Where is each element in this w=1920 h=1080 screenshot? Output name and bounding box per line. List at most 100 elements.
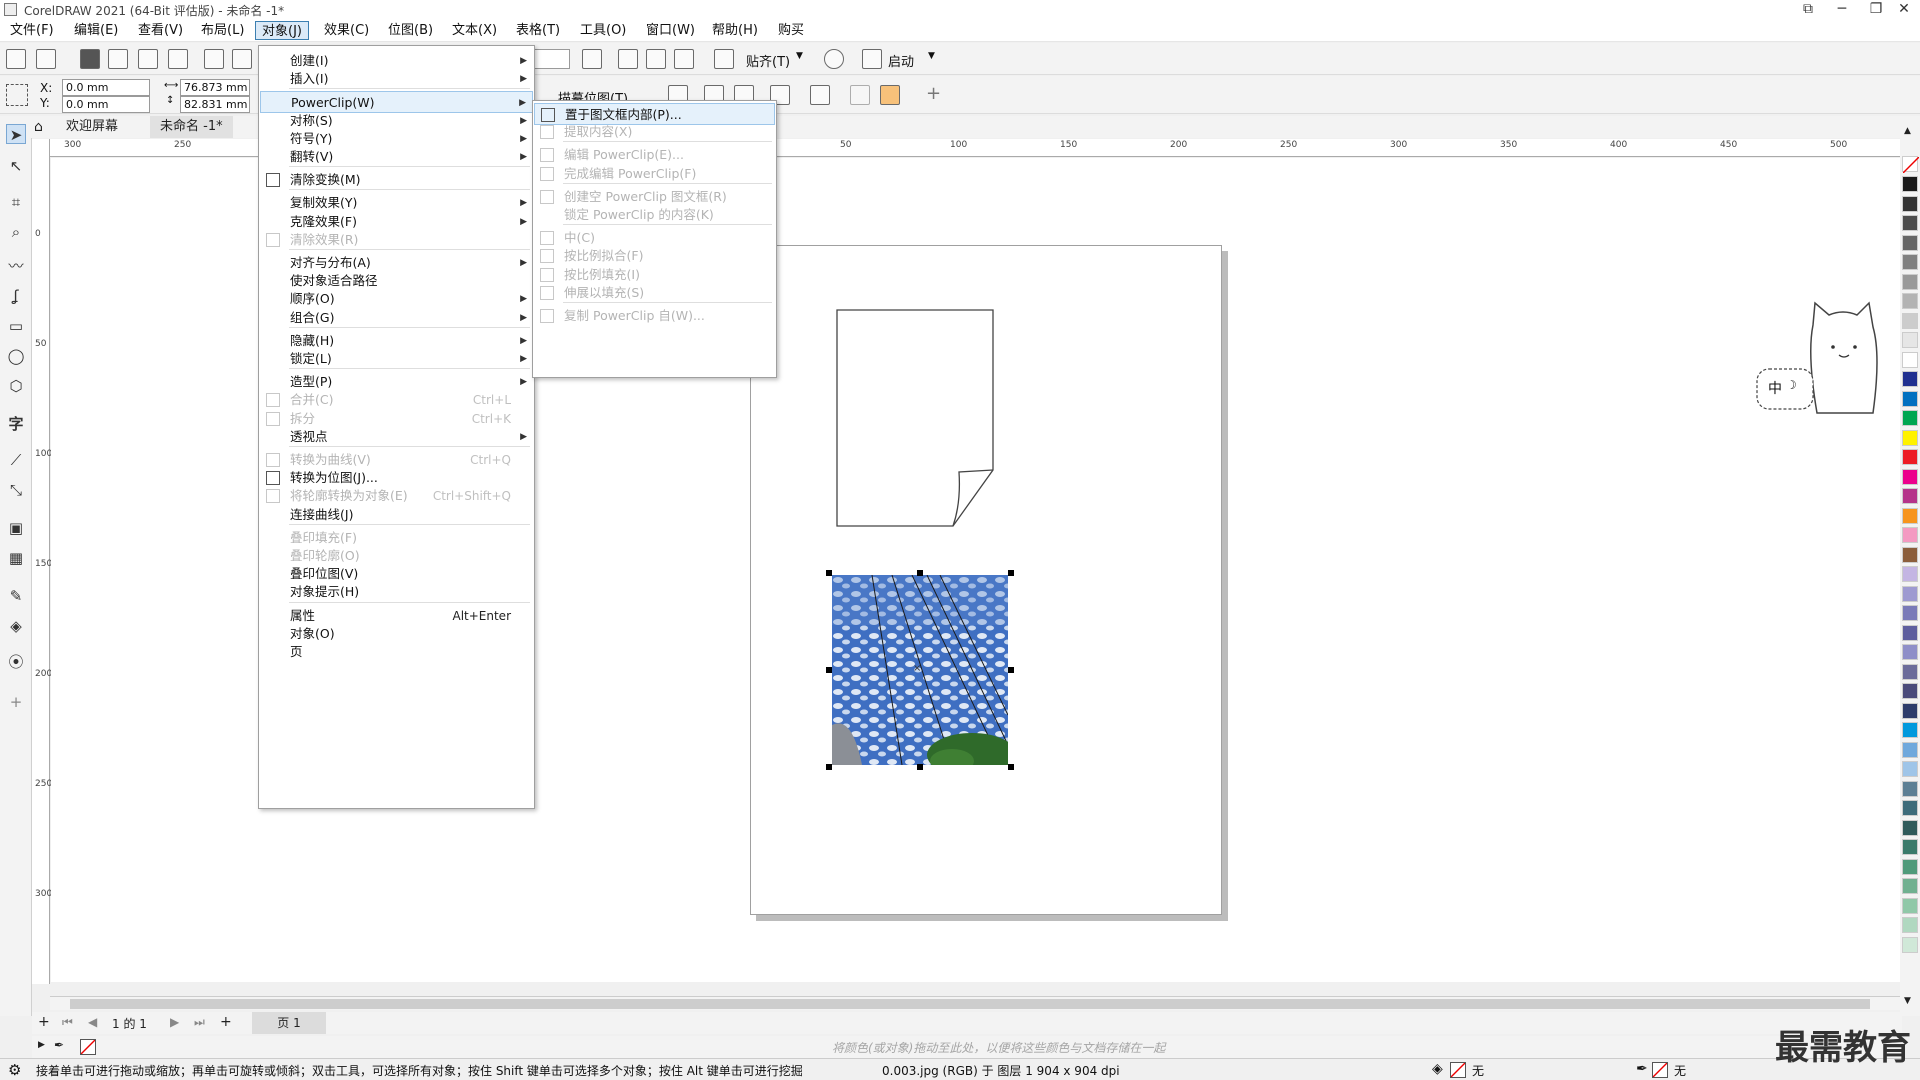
palette-swatch[interactable] (1902, 624, 1918, 641)
selection-handle[interactable] (1008, 764, 1014, 770)
show-rulers-icon[interactable] (618, 49, 638, 69)
palette-swatch[interactable] (1902, 254, 1918, 270)
object-menu-item[interactable]: 对象提示(H) (260, 581, 533, 603)
rectangle-tool-icon[interactable]: ▭ (6, 316, 26, 336)
menu-help[interactable]: 帮助(H) (706, 21, 764, 40)
stack-layers-icon[interactable] (880, 85, 900, 105)
palette-swatch[interactable] (1902, 176, 1918, 192)
selection-handle[interactable] (826, 764, 832, 770)
cloud-upload-icon[interactable] (138, 49, 158, 69)
palette-swatch[interactable] (1902, 566, 1918, 582)
palette-swatch[interactable] (1902, 858, 1918, 875)
reference-point-icon[interactable] (6, 84, 28, 106)
height-field[interactable]: 82.831 mm (180, 96, 250, 113)
object-menu-item[interactable]: 连接曲线(J) (260, 504, 533, 526)
menu-window[interactable]: 窗口(W) (640, 21, 701, 40)
zoom-tool-icon[interactable]: ⌕ (6, 222, 26, 242)
palette-swatch[interactable] (1902, 683, 1918, 699)
ellipse-tool-icon[interactable]: ◯ (6, 346, 26, 366)
ime-moon-icon[interactable]: ☽ (1786, 378, 1797, 392)
snap-to-dropdown[interactable]: 贴齐(T) (746, 51, 790, 70)
crop-tool-icon[interactable]: ⌗ (6, 192, 26, 212)
object-menu-item[interactable]: 清除变换(M) (260, 169, 533, 191)
options-gear-icon[interactable] (824, 49, 844, 69)
menu-buy[interactable]: 购买 (772, 21, 810, 40)
y-position-field[interactable]: 0.0 mm (62, 96, 150, 113)
palette-swatch[interactable] (1902, 468, 1918, 485)
palette-swatch[interactable] (1902, 780, 1918, 797)
palette-swatch[interactable] (1902, 546, 1918, 563)
menu-effects[interactable]: 效果(C) (318, 21, 375, 40)
palette-swatch[interactable] (1902, 800, 1918, 816)
color-eyedropper-icon[interactable]: ✒ (54, 1038, 64, 1052)
palette-swatch[interactable] (1902, 195, 1918, 212)
drop-shadow-icon[interactable]: ▣ (6, 518, 26, 538)
palette-swatch[interactable] (1902, 273, 1918, 290)
menu-layout[interactable]: 布局(L) (195, 21, 250, 40)
import-icon[interactable] (204, 49, 224, 69)
menu-file[interactable]: 文件(F) (4, 21, 60, 40)
palette-swatch[interactable] (1902, 234, 1918, 251)
page-tab-1[interactable]: 页 1 (252, 1012, 326, 1034)
cloud-download-icon[interactable] (108, 49, 128, 69)
menu-view[interactable]: 查看(V) (132, 21, 189, 40)
palette-swatch[interactable] (1902, 819, 1918, 836)
fill-swatch[interactable] (1450, 1062, 1466, 1078)
add-page-after-icon[interactable]: + (220, 1014, 232, 1030)
menu-edit[interactable]: 编辑(E) (68, 21, 124, 40)
app-launcher-icon[interactable] (862, 49, 882, 69)
palette-scroll-up-icon[interactable]: ▲ (1904, 126, 1911, 136)
ime-mode-label[interactable]: 中 (1768, 378, 1782, 398)
parallel-dimension-icon[interactable]: ⟋ (6, 450, 26, 470)
menu-table[interactable]: 表格(T) (510, 21, 566, 40)
palette-swatch[interactable] (1902, 722, 1918, 738)
palette-swatch[interactable] (1902, 585, 1918, 602)
next-page-icon[interactable]: ▶ (170, 1015, 179, 1029)
selection-handle[interactable] (826, 570, 832, 576)
snap-off-icon[interactable] (714, 49, 734, 69)
palette-swatch[interactable] (1902, 936, 1918, 953)
palette-swatch[interactable] (1902, 663, 1918, 680)
snap-chevron-icon[interactable]: ▼ (796, 51, 803, 61)
palette-swatch[interactable] (1902, 449, 1918, 465)
palette-swatch[interactable] (1902, 605, 1918, 621)
palette-swatch[interactable] (1902, 488, 1918, 504)
shape-tool-icon[interactable]: ↖ (6, 156, 26, 176)
artistic-media-icon[interactable]: ʆ (6, 286, 26, 306)
full-screen-icon[interactable] (582, 49, 602, 69)
width-field[interactable]: 76.873 mm (180, 79, 250, 96)
palette-swatch[interactable] (1902, 293, 1918, 309)
palette-swatch[interactable] (1902, 390, 1918, 407)
first-page-icon[interactable]: ⏮ (62, 1015, 73, 1030)
interactive-fill-icon[interactable]: ◈ (6, 616, 26, 636)
save-icon[interactable] (80, 49, 100, 69)
show-grid-icon[interactable] (646, 49, 666, 69)
selection-handle[interactable] (826, 667, 832, 673)
smart-fill-icon[interactable]: ⦿ (6, 652, 26, 672)
freehand-tool-icon[interactable]: 〰 (6, 256, 26, 276)
palette-swatch[interactable] (1902, 897, 1918, 914)
layer-icon[interactable] (850, 85, 870, 105)
expand-icon[interactable]: ▶ (38, 1040, 45, 1050)
show-guidelines-icon[interactable] (674, 49, 694, 69)
pick-tool-icon[interactable]: ➤ (6, 124, 26, 144)
object-menu-item[interactable]: 透视点 ▶ (260, 426, 533, 448)
palette-swatch[interactable] (1902, 741, 1918, 758)
object-menu-item[interactable]: 插入(I) ▶ (260, 68, 533, 90)
palette-swatch[interactable] (1902, 878, 1918, 894)
menu-bitmaps[interactable]: 位图(B) (382, 21, 439, 40)
horizontal-scrollbar[interactable] (50, 996, 1900, 1010)
status-gear-icon[interactable]: ⚙ (8, 1061, 21, 1079)
object-menu-item[interactable]: 组合(G) ▶ (260, 307, 533, 329)
tab-document[interactable]: 未命名 -1* (150, 116, 233, 138)
no-color-swatch[interactable] (1902, 156, 1920, 174)
prev-page-icon[interactable]: ◀ (88, 1015, 97, 1029)
palette-swatch[interactable] (1902, 332, 1918, 348)
connector-tool-icon[interactable]: ⤡ (6, 480, 26, 500)
add-tool-icon[interactable]: + (6, 692, 26, 712)
tab-welcome-screen[interactable]: 欢迎屏幕 (56, 116, 128, 138)
scrollbar-thumb[interactable] (70, 999, 1870, 1009)
add-icon[interactable]: + (926, 83, 941, 104)
export-icon[interactable] (232, 49, 252, 69)
print-icon[interactable] (168, 49, 188, 69)
